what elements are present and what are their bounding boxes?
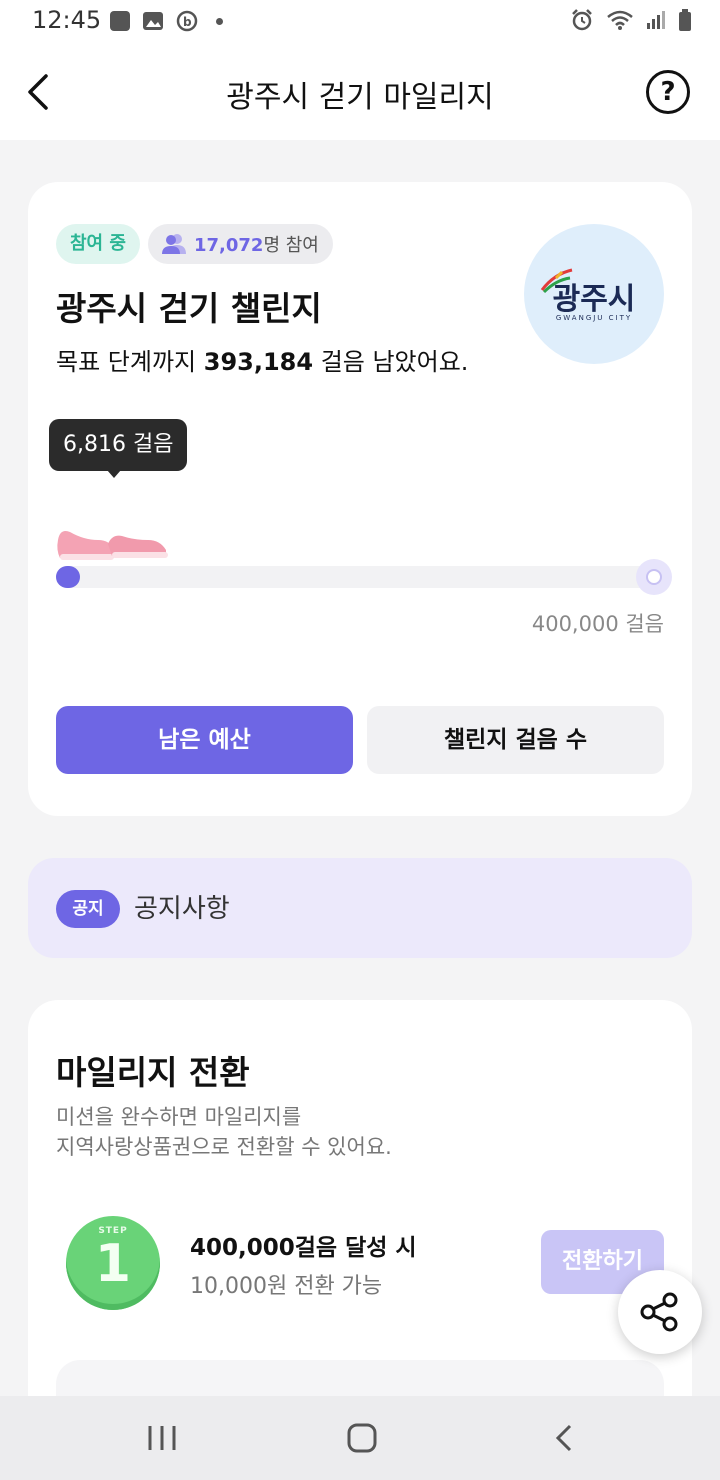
notice-banner[interactable]: 공지 공지사항 [28,858,692,958]
progress-fill [56,566,80,588]
step-badge-number: 1 [94,1234,132,1294]
notice-badge: 공지 [56,890,120,928]
people-icon [162,234,186,254]
status-bar: 12:45 b [0,0,720,44]
goal-suffix: 걸음 남았어요. [313,348,469,376]
share-button[interactable] [618,1270,702,1354]
status-left-icons: b [110,10,223,32]
progress-goal-marker [636,559,672,595]
status-time: 12:45 [32,6,102,34]
sneakers-icon [57,531,168,560]
mileage-description-line: 지역사랑상품권으로 전환할 수 있어요. [56,1135,392,1159]
progress-track [56,566,664,588]
remaining-budget-button[interactable]: 남은 예산 [56,706,353,774]
tooltip-arrow [107,470,121,478]
wifi-icon [607,10,633,30]
challenge-steps-button[interactable]: 챌린지 걸음 수 [367,706,664,774]
home-icon[interactable] [332,1420,392,1456]
goal-remaining-value: 393,184 [203,348,314,376]
challenge-card: 참여 중 17,072명 참여 광주시 걷기 챌린지 목표 단계까지 393,1… [28,182,692,816]
status-chip: 참여 중 [56,224,140,264]
system-nav-bar [0,1396,720,1480]
signal-icon [647,11,665,29]
status-right-icons [570,8,692,32]
logo-text: 광주시 [552,282,636,317]
share-icon [640,1292,678,1332]
step-title: 400,000걸음 달성 시 [190,1235,417,1261]
recent-apps-icon[interactable] [132,1420,192,1456]
mileage-title: 마일리지 전환 [56,1053,250,1092]
alarm-icon [572,9,592,31]
battery-icon [679,9,691,31]
participants-chip: 17,072명 참여 [148,224,333,264]
participants-suffix: 명 참여 [263,235,319,256]
current-steps-tooltip: 6,816 걸음 [49,419,188,471]
step-subtitle: 10,000원 전환 가능 [190,1274,383,1299]
notification-61-icon [110,11,130,31]
dot-icon [216,17,223,25]
challenge-title: 광주시 걷기 챌린지 [56,289,322,328]
mileage-description-line: 미션을 완수하면 마일리지를 [56,1105,302,1129]
gwangju-city-logo: 광주시 GWANGJU CITY [524,224,664,364]
page-title: 광주시 걷기 마일리지 [226,80,494,115]
gallery-icon [143,12,163,30]
goal-prefix: 목표 단계까지 [56,348,204,376]
mileage-description: 미션을 완수하면 마일리지를 지역사랑상품권으로 전환할 수 있어요. [56,1102,556,1162]
goal-steps-label: 400,000 걸음 [531,612,664,636]
notice-text: 공지사항 [134,894,230,924]
step-1-badge-icon: STEP 1 [66,1216,160,1310]
b-app-icon: b [176,10,198,32]
goal-remaining-text: 목표 단계까지 393,184 걸음 남았어요. [56,342,468,377]
participants-count: 17,072 [194,235,264,256]
svg-text:b: b [183,15,192,29]
back-icon[interactable] [534,1420,594,1456]
app-bar: 광주시 걷기 마일리지 ? [0,44,720,140]
logo-subtext: GWANGJU CITY [555,314,633,322]
help-button[interactable]: ? [646,70,690,114]
